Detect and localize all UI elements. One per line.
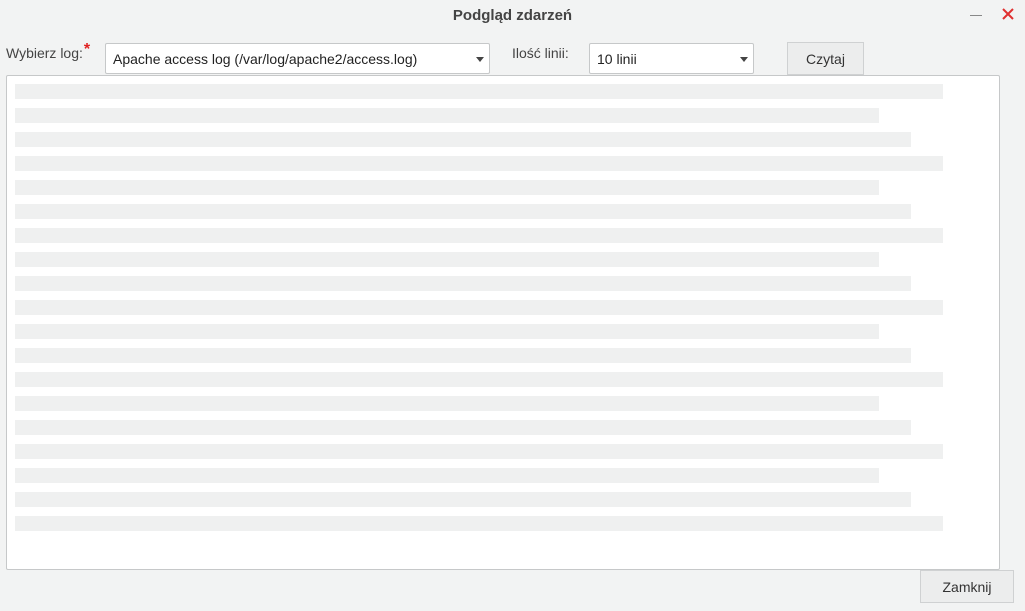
read-button[interactable]: Czytaj	[787, 42, 864, 75]
log-output[interactable]	[6, 75, 1000, 570]
log-line-placeholder	[15, 204, 911, 219]
lines-select-value: 10 linii	[597, 51, 637, 67]
log-line-placeholder	[15, 132, 911, 147]
log-label: Wybierz log:*	[6, 41, 90, 63]
minimize-button[interactable]	[965, 3, 987, 25]
close-icon	[1002, 8, 1014, 20]
log-line-placeholder	[15, 396, 879, 411]
log-line-placeholder	[15, 348, 911, 363]
log-line-placeholder	[15, 324, 879, 339]
log-line-placeholder	[15, 156, 943, 171]
minimize-icon	[970, 14, 982, 16]
lines-select[interactable]: 10 linii	[589, 43, 754, 74]
title-bar: Podgląd zdarzeń	[0, 0, 1025, 32]
close-window-button[interactable]	[997, 3, 1019, 25]
chevron-down-icon	[476, 57, 484, 62]
log-line-placeholder	[15, 228, 943, 243]
chevron-down-icon	[740, 57, 748, 62]
log-line-placeholder	[15, 516, 943, 531]
window-title: Podgląd zdarzeń	[452, 7, 573, 24]
log-line-placeholder	[15, 276, 911, 291]
lines-label: Ilość linii:	[512, 45, 569, 61]
log-line-placeholder	[15, 252, 879, 267]
log-select[interactable]: Apache access log (/var/log/apache2/acce…	[105, 43, 490, 74]
log-line-placeholder	[15, 468, 879, 483]
required-mark: *	[83, 41, 91, 58]
log-line-placeholder	[15, 420, 911, 435]
log-line-placeholder	[15, 180, 879, 195]
close-button[interactable]: Zamknij	[920, 570, 1014, 603]
log-label-text: Wybierz log:	[6, 45, 83, 61]
log-line-placeholder	[15, 108, 879, 123]
log-line-placeholder	[15, 372, 943, 387]
log-line-placeholder	[15, 84, 943, 99]
log-select-value: Apache access log (/var/log/apache2/acce…	[113, 51, 418, 67]
log-line-placeholder	[15, 444, 943, 459]
log-line-placeholder	[15, 492, 911, 507]
log-line-placeholder	[15, 300, 943, 315]
